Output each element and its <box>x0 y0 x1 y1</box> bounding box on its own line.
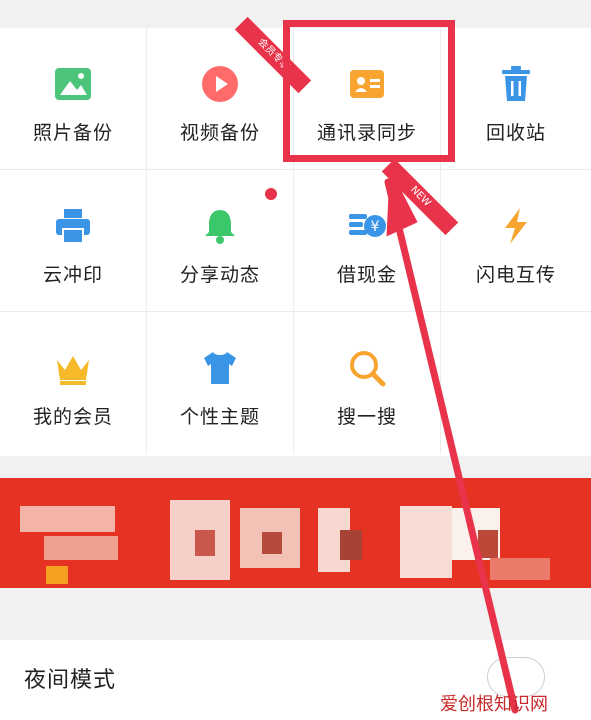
notification-dot <box>265 188 277 200</box>
search-label: 搜一搜 <box>336 406 397 428</box>
recycle-bin-label: 回收站 <box>485 122 546 144</box>
trash-icon <box>502 66 530 101</box>
promo-banner[interactable] <box>0 478 591 588</box>
share-feed-label: 分享动态 <box>179 264 260 286</box>
night-mode-label: 夜间模式 <box>24 668 117 693</box>
svg-text:¥: ¥ <box>371 219 380 235</box>
membership-label: 我的会员 <box>32 406 113 428</box>
membership-tile[interactable]: 我的会员 <box>0 312 147 454</box>
photo-icon <box>55 68 91 100</box>
search-icon <box>350 351 386 387</box>
crown-icon <box>57 356 89 385</box>
cash-icon: ¥ <box>349 214 386 237</box>
video-play-icon <box>202 66 238 102</box>
video-backup-label: 视频备份 <box>179 122 260 144</box>
borrow-cash-label: 借现金 <box>336 264 397 286</box>
flash-transfer-tile[interactable]: 闪电互传 <box>441 170 591 312</box>
flash-transfer-label: 闪电互传 <box>475 264 556 286</box>
photo-backup-label: 照片备份 <box>32 122 113 144</box>
recycle-bin-tile[interactable]: 回收站 <box>441 28 591 170</box>
tshirt-icon <box>204 352 236 384</box>
theme-label: 个性主题 <box>179 406 260 428</box>
watermark-logo: 爱创根知识网 <box>440 690 548 716</box>
theme-tile[interactable]: 个性主题 <box>147 312 294 454</box>
search-tile[interactable]: 搜一搜 <box>294 312 441 454</box>
highlight-box <box>283 20 455 162</box>
printer-icon <box>56 209 90 244</box>
cloud-print-tile[interactable]: 云冲印 <box>0 170 147 312</box>
bell-icon <box>205 210 235 244</box>
watermark-text: 爱创根知识网 <box>440 694 548 715</box>
photo-backup-tile[interactable]: 照片备份 <box>0 28 147 170</box>
cloud-print-label: 云冲印 <box>42 264 103 286</box>
lightning-icon <box>505 208 527 244</box>
empty-tile <box>441 312 591 454</box>
